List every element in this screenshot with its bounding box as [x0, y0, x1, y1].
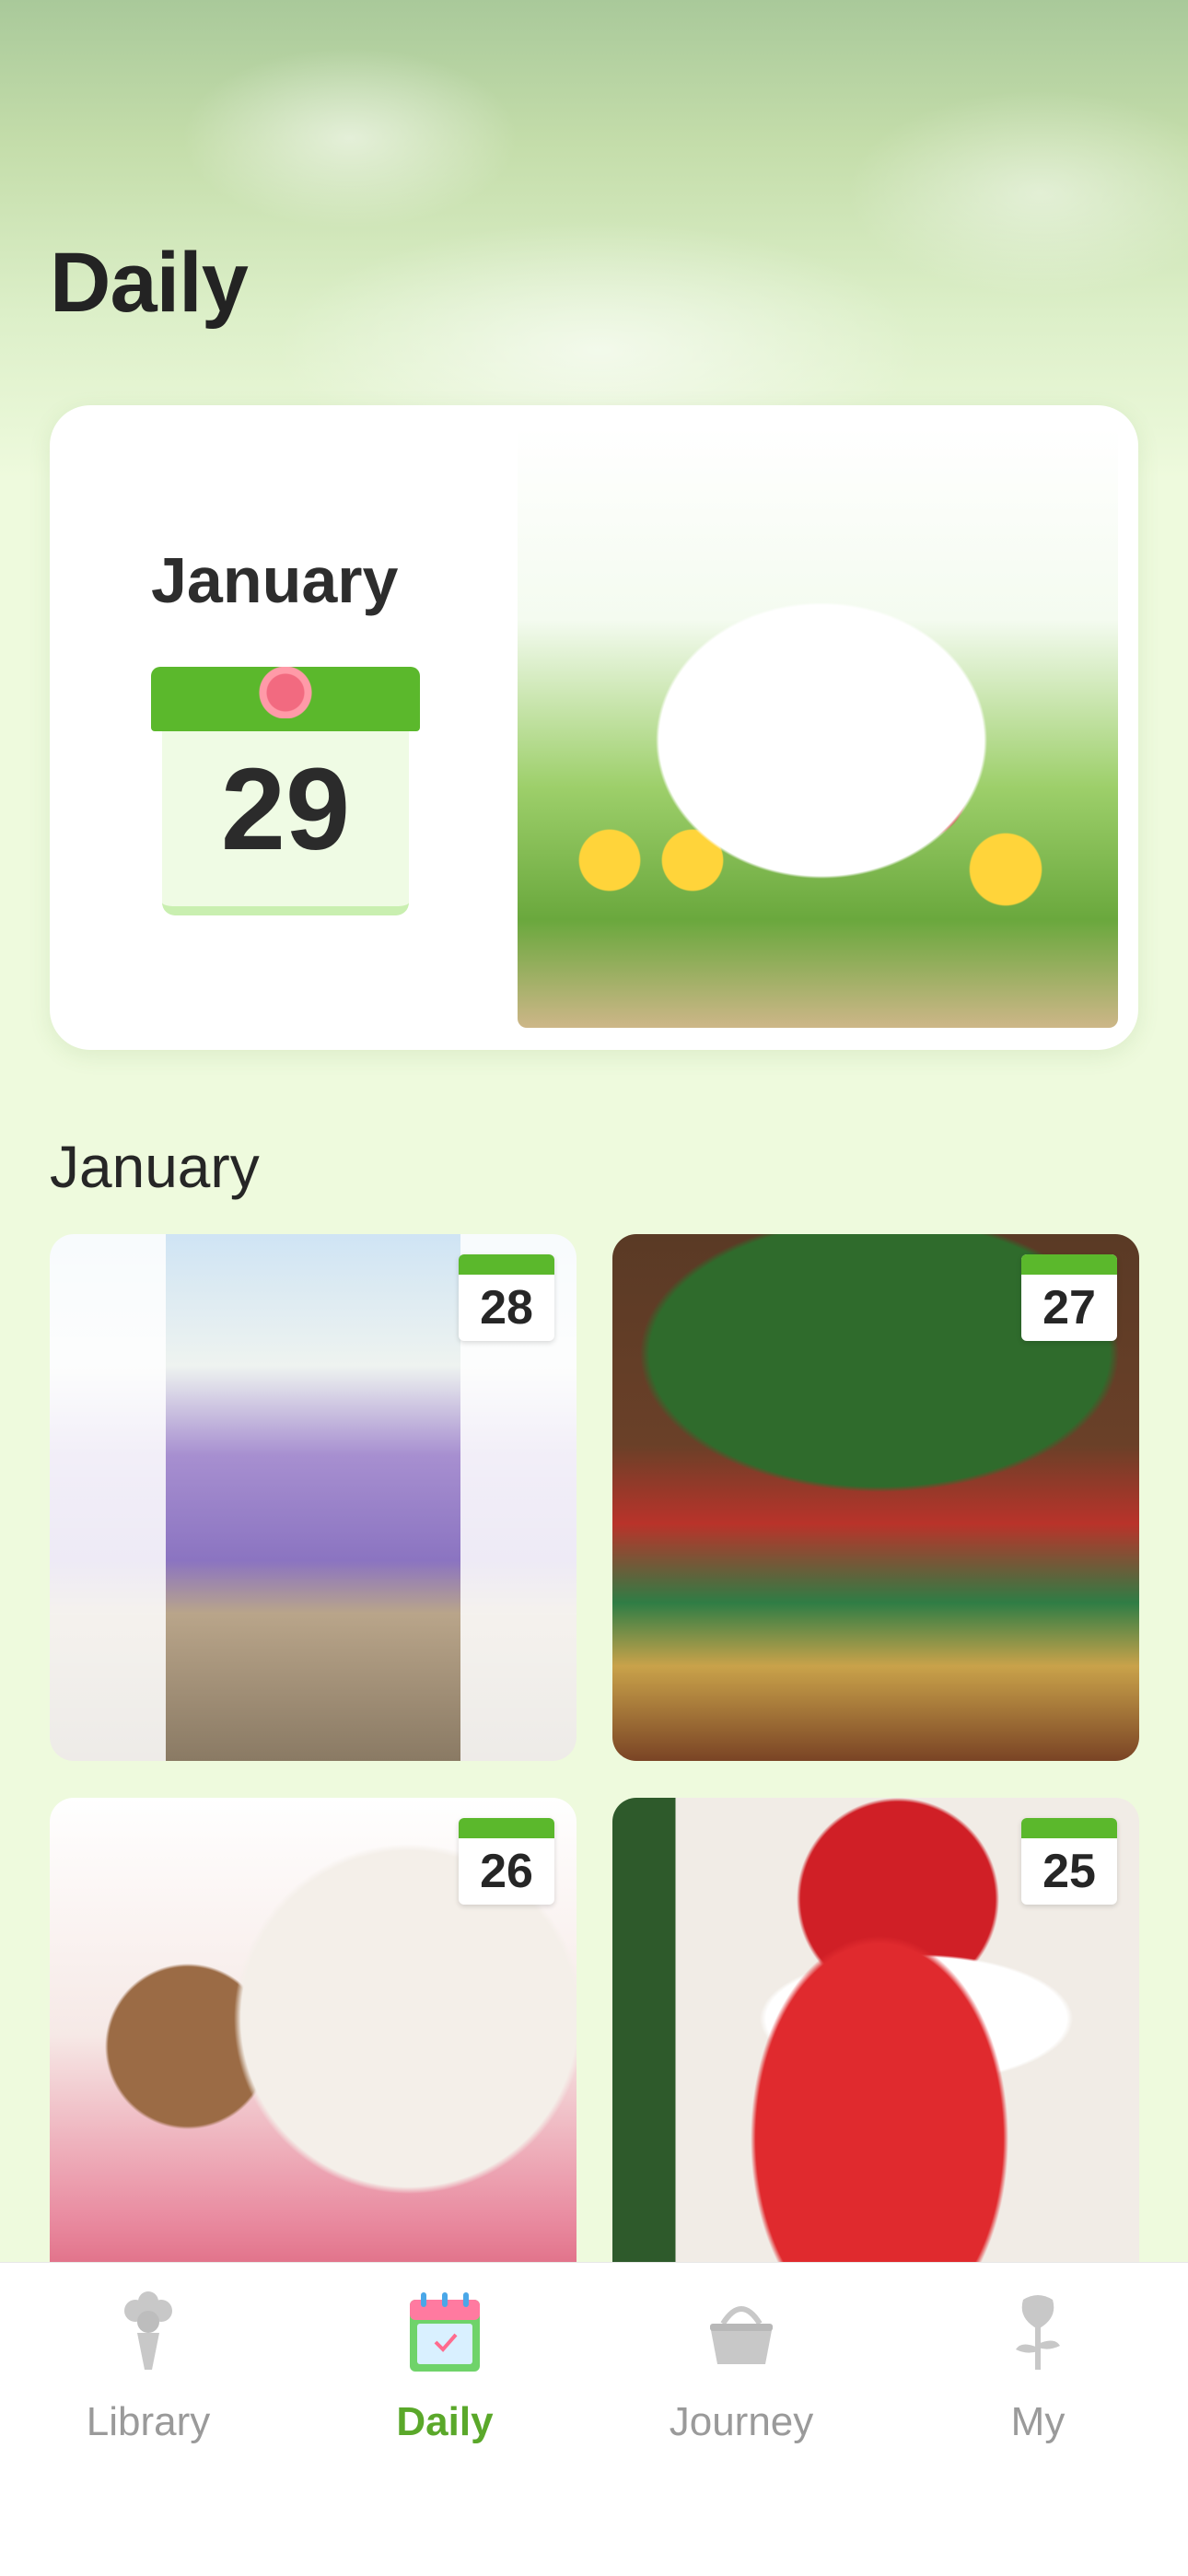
- basket-icon: [710, 2306, 773, 2364]
- tab-library[interactable]: Library: [0, 2290, 297, 2456]
- featured-artwork[interactable]: [518, 427, 1118, 1028]
- flower-icon: [252, 667, 319, 718]
- calendar-icon: [410, 2292, 480, 2372]
- tab-label: Journey: [669, 2399, 814, 2444]
- date-badge: 26: [459, 1818, 554, 1905]
- featured-day: 29: [220, 744, 351, 874]
- tab-daily[interactable]: Daily: [297, 2290, 593, 2456]
- tab-label: Library: [86, 2399, 211, 2444]
- date-badge: 25: [1021, 1818, 1117, 1905]
- tile-day: 27: [1042, 1281, 1096, 1335]
- badge-bar: [1021, 1254, 1117, 1275]
- badge-bar: [459, 1818, 554, 1838]
- featured-month: January: [151, 544, 399, 616]
- featured-daily-card[interactable]: January 29: [50, 405, 1138, 1050]
- tile-day: 28: [480, 1281, 533, 1335]
- tab-label: Daily: [396, 2399, 494, 2444]
- tab-journey[interactable]: Journey: [593, 2290, 890, 2456]
- daily-tile[interactable]: 26: [50, 1798, 577, 2325]
- section-title: January: [50, 1134, 260, 1200]
- calendar-page: 29: [162, 731, 409, 915]
- date-badge: 28: [459, 1254, 554, 1341]
- tile-day: 26: [480, 1845, 533, 1898]
- page-title: Daily: [50, 236, 249, 330]
- tab-label: My: [1010, 2399, 1066, 2444]
- daily-tile[interactable]: 25: [612, 1798, 1139, 2325]
- badge-bar: [459, 1254, 554, 1275]
- daily-tile[interactable]: 27: [612, 1234, 1139, 1761]
- tile-day: 25: [1042, 1845, 1096, 1898]
- tab-my[interactable]: My: [890, 2290, 1186, 2456]
- calendar-header: [151, 667, 420, 731]
- rose-icon: [1016, 2295, 1060, 2370]
- bouquet-icon: [124, 2291, 172, 2370]
- date-badge: 27: [1021, 1254, 1117, 1341]
- badge-bar: [1021, 1818, 1117, 1838]
- bottom-tab-bar: Library Daily Journey My: [0, 2262, 1188, 2576]
- daily-tile[interactable]: 28: [50, 1234, 577, 1761]
- calendar-date-badge: 29: [151, 667, 420, 915]
